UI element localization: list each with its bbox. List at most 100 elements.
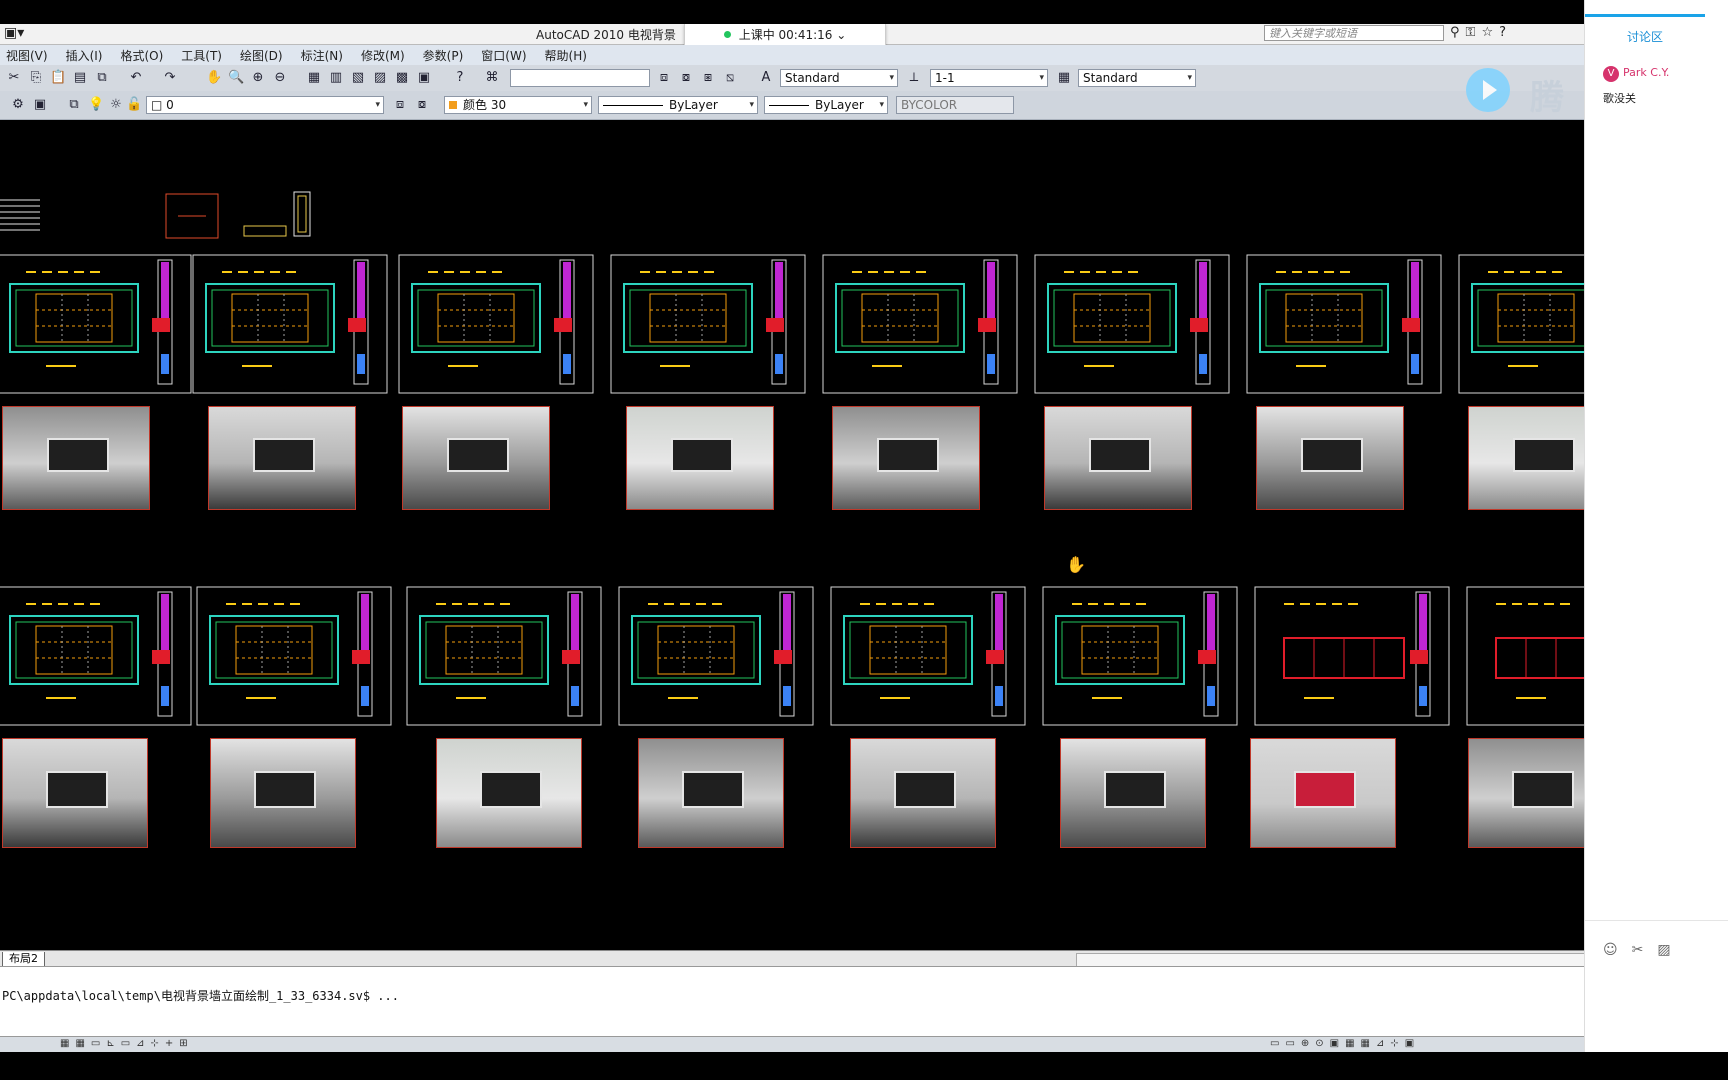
rendering-photo[interactable] xyxy=(626,406,774,510)
key-icon[interactable]: ⚿ xyxy=(1466,25,1482,40)
cad-elevation-sheet[interactable] xyxy=(0,586,192,726)
menu-view[interactable]: 视图(V) xyxy=(0,45,60,65)
rendering-photo[interactable] xyxy=(1060,738,1206,848)
star-icon[interactable]: ☆ xyxy=(1481,25,1499,40)
help-icon[interactable]: ? xyxy=(1499,25,1512,40)
block-editor-icon[interactable]: ⧉ xyxy=(94,70,110,86)
text-style-combo[interactable]: Standard ▾ xyxy=(780,69,898,87)
drawing-canvas[interactable] xyxy=(0,120,1584,950)
app-menu-icon[interactable]: ▣▾ xyxy=(4,25,24,41)
rendering-photo[interactable] xyxy=(832,406,980,510)
markup-icon[interactable]: ▩ xyxy=(394,70,410,86)
cad-elevation-sheet[interactable] xyxy=(618,586,814,726)
menu-insert[interactable]: 插入(I) xyxy=(60,45,115,65)
view-toggles[interactable]: ▭▭⊕⊙▣▦▦⊿⊹▣ xyxy=(1270,1038,1420,1049)
cad-elevation-sheet[interactable] xyxy=(1042,586,1238,726)
lightbulb-icon[interactable]: 💡 xyxy=(88,97,104,113)
undo-icon[interactable]: ↶ xyxy=(128,70,144,86)
zoom-window-icon[interactable]: ⊕ xyxy=(250,70,266,86)
redo-icon[interactable]: ↷ xyxy=(162,70,178,86)
rendering-photo[interactable] xyxy=(850,738,996,848)
rendering-photo[interactable] xyxy=(208,406,356,510)
workspace-icon[interactable]: ⌘ xyxy=(484,70,500,86)
cad-elevation-sheet[interactable] xyxy=(610,254,806,394)
layer-states-icon[interactable]: ⧈ xyxy=(656,70,672,86)
layer-combo[interactable]: □ 0 ▾ xyxy=(146,96,384,114)
zoom-previous-icon[interactable]: ⊖ xyxy=(272,70,288,86)
menu-draw[interactable]: 绘图(D) xyxy=(234,45,295,65)
cad-elevation-sheet[interactable] xyxy=(192,254,388,394)
rendering-photo[interactable] xyxy=(402,406,550,510)
binoculars-icon[interactable]: ⚲ xyxy=(1450,25,1466,40)
make-current-icon[interactable]: ⧈ xyxy=(392,97,408,113)
color-combo[interactable]: 颜色 30 ▾ xyxy=(444,96,592,114)
cad-elevation-sheet[interactable] xyxy=(406,586,602,726)
tab-layout2[interactable]: 布局2 xyxy=(2,952,45,967)
layer-properties-icon[interactable]: ⚙ xyxy=(10,97,26,113)
sun-icon[interactable]: ☼ xyxy=(108,97,124,113)
layer-previous-icon[interactable]: ⧇ xyxy=(414,97,430,113)
sheet-set-icon[interactable]: ▨ xyxy=(372,70,388,86)
layer-unisolate-icon[interactable]: ⧅ xyxy=(722,70,738,86)
match-properties-icon[interactable]: ▤ xyxy=(72,70,88,86)
pan-icon[interactable]: ✋ xyxy=(206,70,222,86)
mouse-cursor-icon: ✋ xyxy=(1066,555,1086,574)
cad-elevation-sheet[interactable] xyxy=(0,254,192,394)
cut-icon[interactable]: ✂ xyxy=(6,70,22,86)
cad-elevation-sheet[interactable] xyxy=(830,586,1026,726)
copy-icon[interactable]: ⎘ xyxy=(28,70,44,86)
dim-style-combo[interactable]: 1-1 ▾ xyxy=(930,69,1048,87)
cad-elevation-sheet[interactable] xyxy=(1458,254,1584,394)
autocad-window: ▣▾ AutoCAD 2010 电视背景 键入关键字或短语 ⚲⚿☆? 上课中 0… xyxy=(0,0,1584,1080)
cad-elevation-sheet[interactable] xyxy=(1034,254,1230,394)
layer-match-icon[interactable]: ⧉ xyxy=(66,97,82,113)
drafting-toggles[interactable]: ▦▦▭⊾▭⊿⊹+⊞ xyxy=(60,1038,194,1049)
horizontal-scrollbar[interactable] xyxy=(1076,953,1584,967)
menu-tools[interactable]: 工具(T) xyxy=(175,45,234,65)
cad-elevation-sheet[interactable] xyxy=(1466,586,1584,726)
cad-elevation-sheet[interactable] xyxy=(398,254,594,394)
rendering-photo[interactable] xyxy=(1250,738,1396,848)
layer-isolate-icon[interactable]: ⧆ xyxy=(700,70,716,86)
lock-icon[interactable]: 🔓 xyxy=(126,97,142,113)
cad-elevation-sheet[interactable] xyxy=(822,254,1018,394)
linetype-combo[interactable]: ByLayer ▾ xyxy=(598,96,758,114)
rendering-photo[interactable] xyxy=(436,738,582,848)
rendering-photo[interactable] xyxy=(1468,406,1584,510)
zoom-realtime-icon[interactable]: 🔍 xyxy=(228,70,244,86)
menu-format[interactable]: 格式(O) xyxy=(114,45,175,65)
rendering-photo[interactable] xyxy=(210,738,356,848)
emoji-icon[interactable]: ☺ xyxy=(1603,942,1632,958)
command-line[interactable]: PC\appdata\local\temp\电视背景墙立面绘制_1_33_633… xyxy=(0,966,1584,1037)
search-input[interactable]: 键入关键字或短语 xyxy=(1264,25,1444,41)
cad-elevation-sheet[interactable] xyxy=(196,586,392,726)
menu-parametric[interactable]: 参数(P) xyxy=(417,45,476,65)
rendering-photo[interactable] xyxy=(1468,738,1584,848)
layer-previous-icon[interactable]: ⧇ xyxy=(678,70,694,86)
workspace-combo[interactable] xyxy=(510,69,650,87)
rendering-photo[interactable] xyxy=(1044,406,1192,510)
image-icon[interactable]: ▨ xyxy=(1657,942,1684,958)
properties-icon[interactable]: ▦ xyxy=(306,70,322,86)
menu-window[interactable]: 窗口(W) xyxy=(475,45,538,65)
menu-help[interactable]: 帮助(H) xyxy=(539,45,599,65)
menu-modify[interactable]: 修改(M) xyxy=(355,45,417,65)
paste-icon[interactable]: 📋 xyxy=(50,70,66,86)
layer-manager-icon[interactable]: ▣ xyxy=(32,97,48,113)
scissors-icon[interactable]: ✂ xyxy=(1632,942,1658,958)
design-center-icon[interactable]: ▥ xyxy=(328,70,344,86)
message-user[interactable]: Park C.Y. xyxy=(1623,66,1669,79)
help-icon[interactable]: ? xyxy=(452,70,468,86)
rendering-photo[interactable] xyxy=(1256,406,1404,510)
panel-title[interactable]: 讨论区 xyxy=(1585,28,1705,45)
menu-dimension[interactable]: 标注(N) xyxy=(295,45,355,65)
tool-palettes-icon[interactable]: ▧ xyxy=(350,70,366,86)
calculator-icon[interactable]: ▣ xyxy=(416,70,432,86)
cad-elevation-sheet[interactable] xyxy=(1254,586,1450,726)
cad-elevation-sheet[interactable] xyxy=(1246,254,1442,394)
rendering-photo[interactable] xyxy=(2,738,148,848)
rendering-photo[interactable] xyxy=(2,406,150,510)
lineweight-combo[interactable]: ByLayer ▾ xyxy=(764,96,888,114)
table-style-combo[interactable]: Standard ▾ xyxy=(1078,69,1196,87)
rendering-photo[interactable] xyxy=(638,738,784,848)
